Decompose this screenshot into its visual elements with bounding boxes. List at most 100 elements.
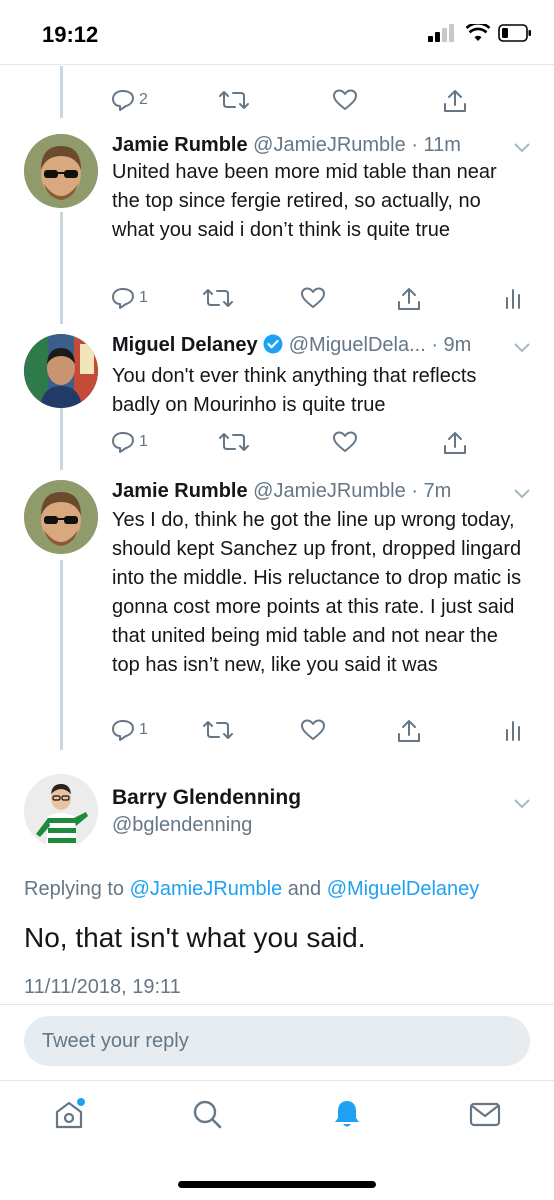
analytics-icon [506,721,520,741]
retweet-icon [219,91,249,109]
messages-icon [469,1102,501,1127]
share-icon [444,432,466,454]
avatar-image [24,134,98,208]
focused-tweet-text: No, that isn't what you said. [24,922,366,953]
share-icon [398,720,420,742]
display-name[interactable]: Jamie Rumble [112,480,248,502]
replying-to-and: and [287,878,322,900]
replying-to: Replying to @JamieJRumble and @MiguelDel… [24,878,479,901]
tweet-partial[interactable]: 2 [0,66,554,126]
home-icon [55,1098,85,1129]
focused-tweet-header: Barry Glendenning @bglendenning [0,770,554,860]
tweet-time: · 7m [411,480,452,502]
reply-count: 1 [139,721,148,738]
display-name[interactable]: Barry Glendenning [112,786,301,810]
share-action[interactable] [396,718,422,744]
reply-icon [112,432,134,453]
like-action[interactable] [300,286,326,310]
user-handle[interactable]: @MiguelDela... [289,334,432,356]
share-action[interactable] [442,88,468,114]
tweet[interactable]: Jamie Rumble @JamieJRumble · 11m United … [0,130,554,320]
status-time: 19:12 [42,22,99,47]
user-handle[interactable]: @JamieJRumble [253,480,406,502]
retweet-action[interactable] [218,88,250,112]
reply-action[interactable]: 1 [110,430,148,454]
heart-icon [301,287,325,308]
tweet-header: Jamie Rumble @JamieJRumble · 11m [112,134,461,157]
tab-notifications[interactable] [330,1097,364,1131]
tweet-header: Jamie Rumble @JamieJRumble · 7m [112,480,451,503]
analytics-icon [506,289,520,309]
share-icon [444,90,466,112]
retweet-icon [203,289,233,307]
reply-count: 2 [139,91,148,108]
tweet-text: United have been more mid table than nea… [112,161,497,241]
reply-icon [112,288,134,309]
tweet-text: Yes I do, think he got the line up wrong… [112,509,522,676]
cellular-signal-icon [428,24,454,42]
avatar-barry[interactable] [24,774,98,848]
share-icon [398,288,420,310]
retweet-action[interactable] [202,286,234,310]
retweet-icon [203,721,233,739]
reply-icon [112,720,134,741]
reply-count: 1 [139,289,148,306]
share-action[interactable] [396,286,422,312]
tweet-actions: 1 [110,718,530,748]
focused-tweet-date[interactable]: 11/11/2018, 19:11 [24,976,181,999]
chevron-down-icon[interactable] [512,340,532,354]
tweet-time: · 11m [411,134,461,156]
share-action[interactable] [442,430,468,456]
tab-messages[interactable] [468,1097,502,1131]
reply-action[interactable]: 1 [110,718,148,742]
tab-bar [0,1081,554,1161]
search-icon [193,1100,222,1129]
tab-search[interactable] [190,1097,224,1131]
chevron-down-icon[interactable] [512,486,532,500]
like-action[interactable] [332,430,358,454]
retweet-icon [219,433,249,451]
reply-action[interactable]: 1 [110,286,148,310]
user-handle[interactable]: @JamieJRumble [253,134,406,156]
tweet[interactable]: Jamie Rumble @JamieJRumble · 7m Yes I do… [0,476,554,756]
replying-to-user-link[interactable]: @MiguelDelaney [327,878,480,900]
reply-icon [112,90,134,111]
heart-icon [333,89,357,110]
verified-badge-icon [263,334,283,354]
replying-to-prefix: Replying to [24,878,125,900]
tweet-actions: 2 [110,88,530,118]
retweet-action[interactable] [218,430,250,454]
tweet-actions: 1 [110,286,530,316]
notifications-icon [335,1101,359,1127]
tab-home[interactable] [52,1097,86,1131]
tweet-text: You don't ever think anything that refle… [112,365,477,416]
battery-icon [498,24,531,42]
reply-count: 1 [139,433,148,450]
display-name[interactable]: Jamie Rumble [112,134,248,156]
reply-action[interactable]: 2 [110,88,148,112]
analytics-action[interactable] [504,286,522,310]
retweet-action[interactable] [202,718,234,742]
tweet-time: · 9m [431,334,472,356]
avatar-miguel[interactable] [24,334,98,408]
tweet-actions: 1 [110,430,530,460]
reply-input[interactable]: Tweet your reply [24,1016,530,1066]
chevron-down-icon[interactable] [512,140,532,154]
avatar-jamie[interactable] [24,480,98,554]
replying-to-user-link[interactable]: @JamieJRumble [130,878,283,900]
tweet-header: Miguel Delaney @MiguelDela... · 9m [112,334,471,357]
user-handle[interactable]: @bglendenning [112,814,252,837]
avatar-image [24,334,98,408]
tweet-text-clipped [112,52,522,66]
avatar-image [24,774,98,848]
avatar-jamie[interactable] [24,134,98,208]
home-indicator[interactable] [178,1181,376,1188]
display-name[interactable]: Miguel Delaney [112,334,258,356]
reply-input-placeholder: Tweet your reply [42,1030,189,1052]
wifi-icon [466,24,490,41]
like-action[interactable] [332,88,358,112]
tweet[interactable]: Miguel Delaney @MiguelDela... · 9m You d… [0,330,554,470]
chevron-down-icon[interactable] [512,796,532,810]
analytics-action[interactable] [504,718,522,742]
like-action[interactable] [300,718,326,742]
